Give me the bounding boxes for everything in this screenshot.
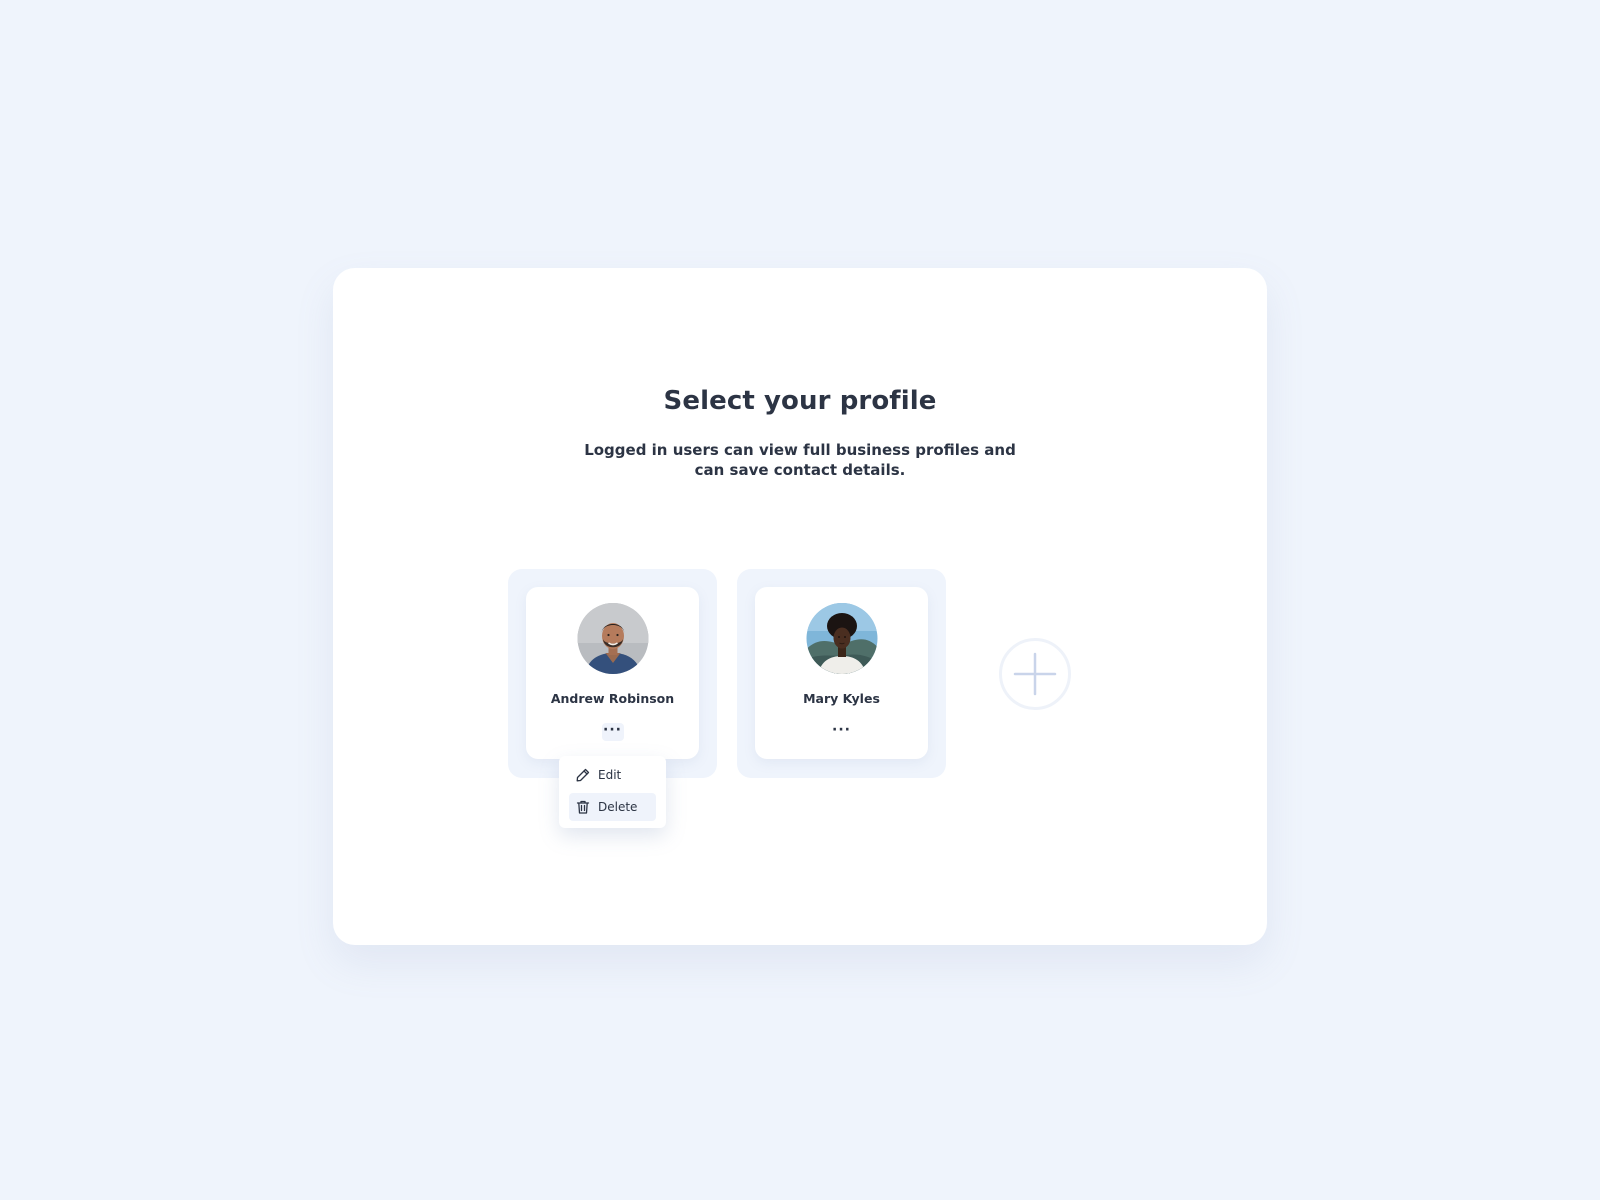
add-profile-button[interactable] xyxy=(999,638,1071,710)
avatar-mary-kyles xyxy=(806,603,877,674)
profile-frame-mary-kyles: Mary Kyles ··· xyxy=(737,569,946,778)
menu-item-delete[interactable]: Delete xyxy=(569,793,656,821)
more-options-button[interactable]: ··· xyxy=(601,722,624,741)
more-options-button[interactable]: ··· xyxy=(831,723,853,741)
plus-icon xyxy=(1013,652,1057,696)
more-horizontal-icon: ··· xyxy=(603,722,622,738)
user-photo-icon xyxy=(577,603,648,674)
avatar-andrew-robinson xyxy=(577,603,648,674)
page-title: Select your profile xyxy=(663,386,937,416)
profile-card-mary-kyles[interactable]: Mary Kyles ··· xyxy=(755,587,928,759)
more-horizontal-icon: ··· xyxy=(832,722,851,738)
menu-item-label: Edit xyxy=(598,768,622,782)
profile-card-andrew-robinson[interactable]: Andrew Robinson ··· xyxy=(526,587,699,759)
pencil-icon xyxy=(575,767,591,783)
user-photo-icon xyxy=(806,603,877,674)
profile-context-menu: Edit Delete xyxy=(559,756,666,828)
profile-name: Andrew Robinson xyxy=(550,691,675,706)
menu-item-edit[interactable]: Edit xyxy=(569,761,656,789)
trash-icon xyxy=(575,799,591,815)
page-subtitle: Logged in users can view full business p… xyxy=(584,441,1016,479)
menu-item-label: Delete xyxy=(598,800,638,814)
profile-frame-andrew-robinson: Andrew Robinson ··· xyxy=(508,569,717,778)
profile-name: Mary Kyles xyxy=(803,691,880,706)
